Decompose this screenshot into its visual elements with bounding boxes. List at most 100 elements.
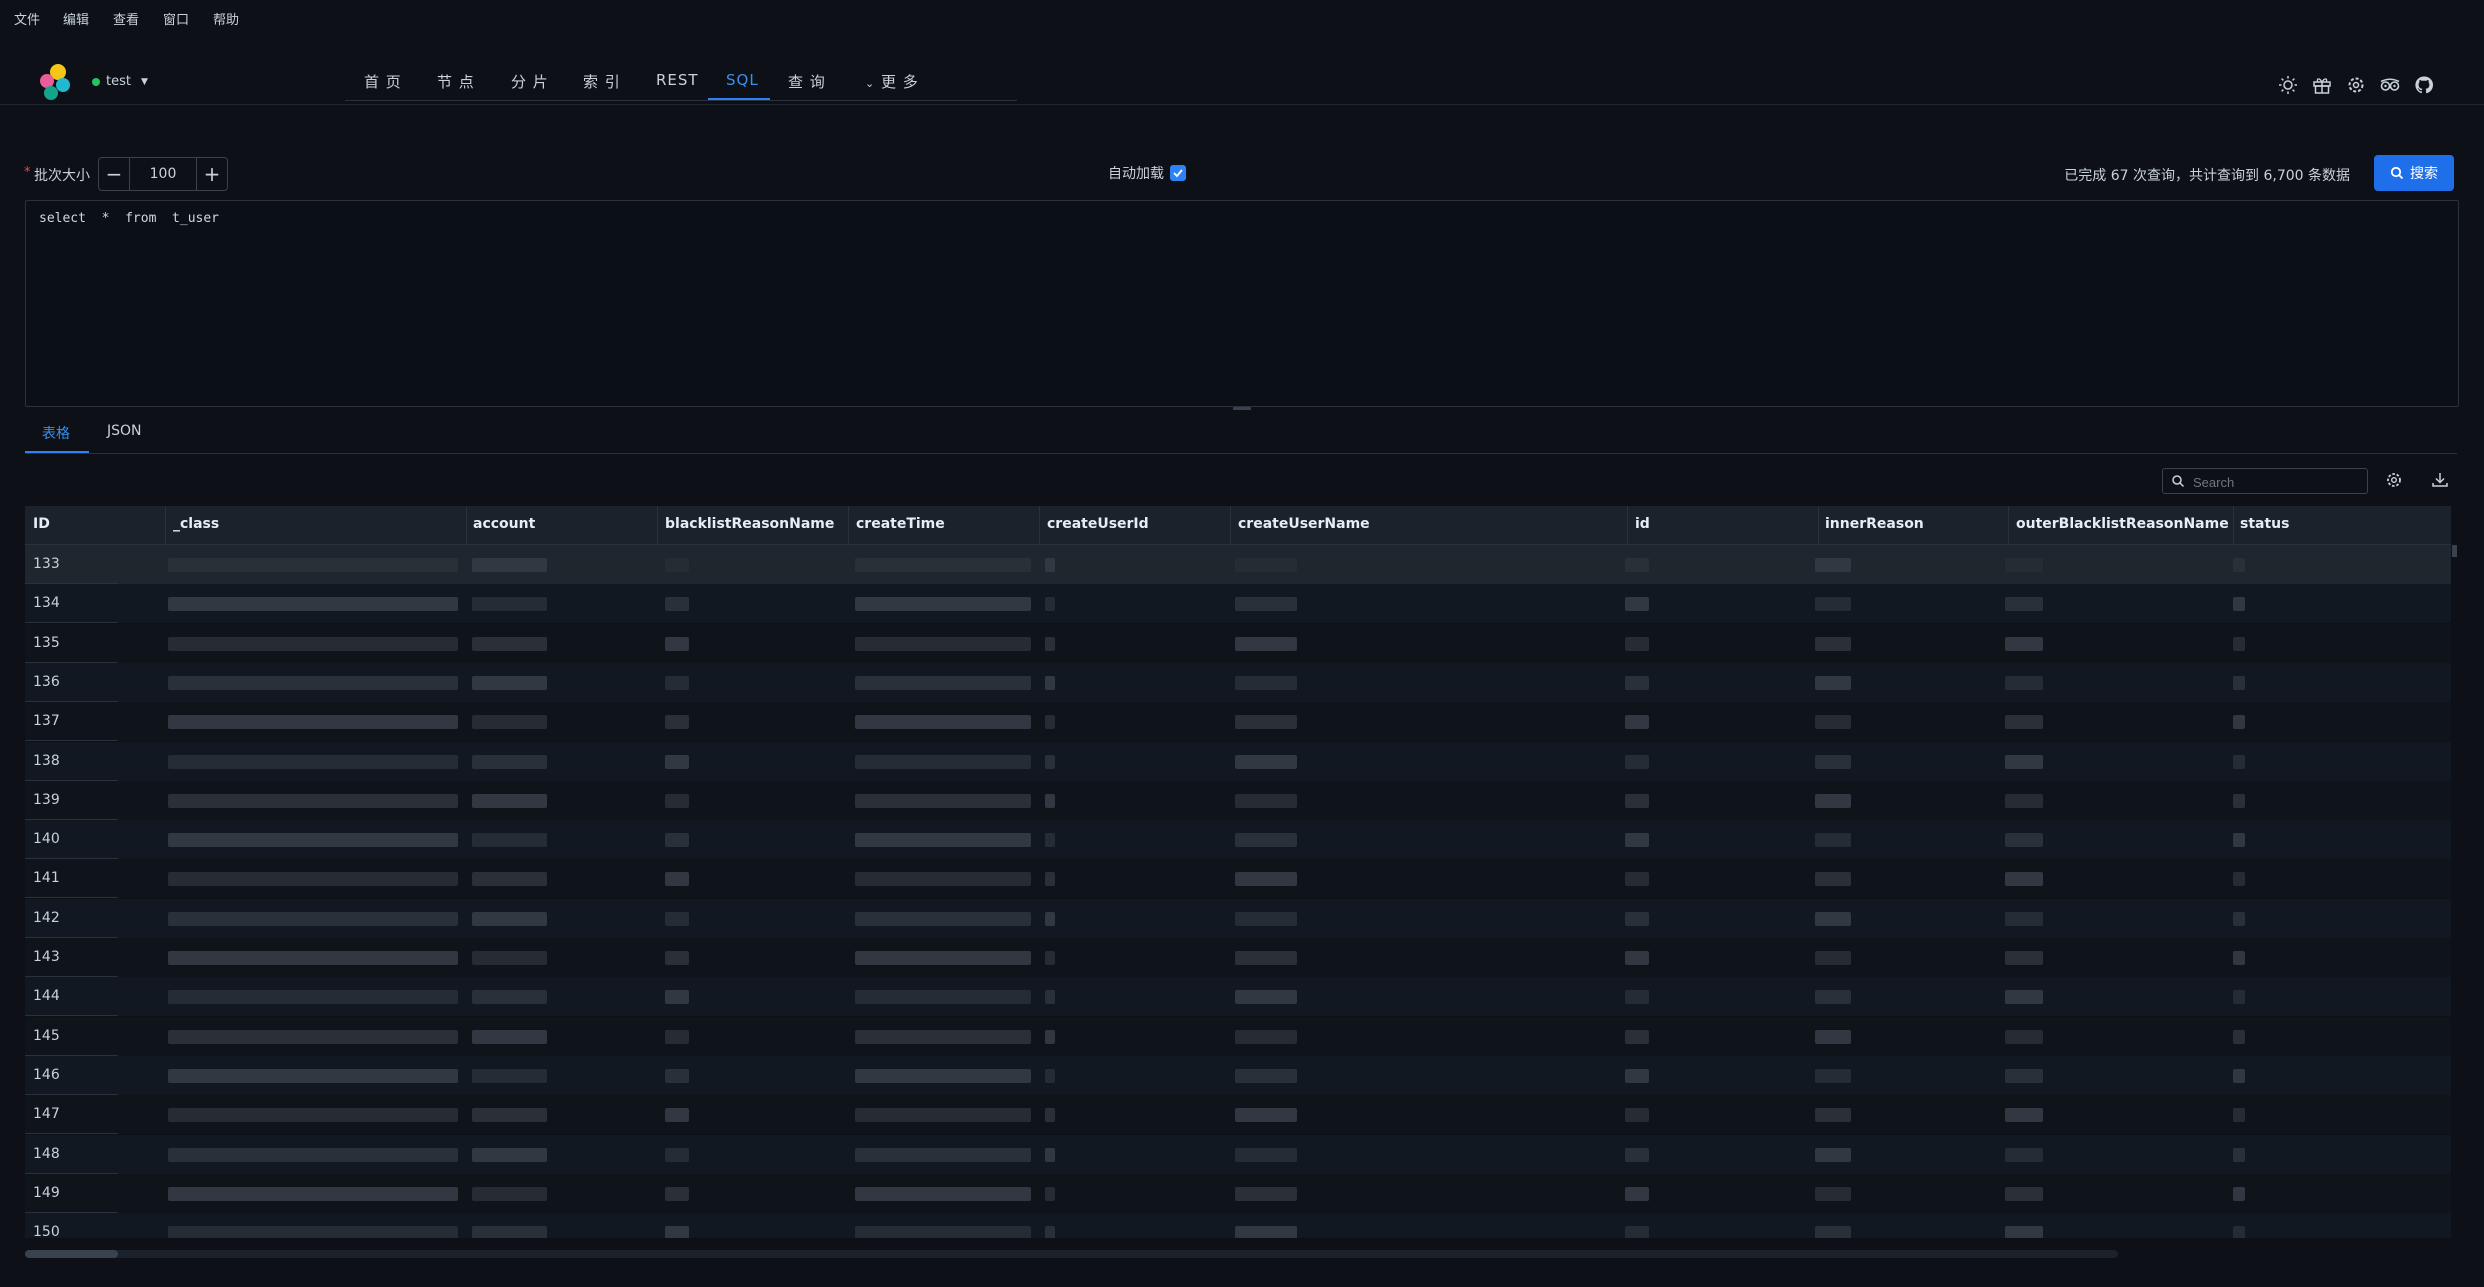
column-settings-icon[interactable] xyxy=(2384,470,2404,490)
redacted-cell xyxy=(1235,1068,1297,1083)
redacted-cell xyxy=(2005,675,2043,690)
redacted-cell xyxy=(2233,990,2245,1005)
redacted-cell xyxy=(2005,951,2043,965)
row-id-cell: 134 xyxy=(33,595,60,612)
tab-query[interactable]: 查 询 xyxy=(788,71,826,92)
resize-handle[interactable] xyxy=(1233,407,1251,410)
tab-more[interactable]: ⌄ 更 多 xyxy=(865,71,919,92)
redacted-cell xyxy=(1815,793,1851,808)
table-row[interactable]: 144 xyxy=(25,977,2451,1017)
column-header-create-time[interactable]: createTime xyxy=(856,516,945,532)
table-row[interactable]: 146 xyxy=(25,1055,2451,1095)
column-header-create-user-id[interactable]: createUserId xyxy=(1047,516,1149,532)
redacted-cell xyxy=(1045,558,1055,572)
redacted-cell xyxy=(1815,715,1851,730)
table-row[interactable]: 137 xyxy=(25,702,2451,742)
table-row[interactable]: 143 xyxy=(25,938,2451,977)
horizontal-scrollbar[interactable] xyxy=(25,1250,2118,1258)
column-header-id-field[interactable]: id xyxy=(1635,516,1650,532)
column-header-create-user-name[interactable]: createUserName xyxy=(1238,516,1370,532)
decrement-button[interactable]: − xyxy=(99,158,130,190)
menu-view[interactable]: 查看 xyxy=(113,9,139,28)
redacted-cell xyxy=(2233,675,2245,690)
column-header-blacklist-reason-name[interactable]: blacklistReasonName xyxy=(665,516,834,532)
row-id-cell: 150 xyxy=(33,1224,60,1238)
vertical-scrollbar[interactable] xyxy=(2452,545,2457,557)
table-header: ID _class account blacklistReasonName cr… xyxy=(25,506,2451,545)
tab-nodes[interactable]: 节 点 xyxy=(437,71,475,92)
redacted-cell xyxy=(1815,754,1851,769)
redacted-cell xyxy=(665,1226,689,1238)
redacted-cell xyxy=(2233,1226,2245,1238)
sql-editor[interactable]: select * from t_user xyxy=(25,200,2459,407)
table-row[interactable]: 133 xyxy=(25,545,2451,584)
batch-size-stepper: − 100 + xyxy=(98,157,228,191)
tab-indices[interactable]: 索 引 xyxy=(583,71,621,92)
redacted-cell xyxy=(1625,793,1649,808)
horizontal-scrollbar-thumb[interactable] xyxy=(25,1250,118,1258)
tab-sql[interactable]: SQL xyxy=(726,71,759,89)
row-id-cell: 140 xyxy=(33,831,60,848)
tab-home[interactable]: 首 页 xyxy=(364,71,402,92)
cluster-selector[interactable]: test ▼ xyxy=(92,74,148,89)
sun-icon[interactable] xyxy=(2277,74,2299,96)
menu-file[interactable]: 文件 xyxy=(14,9,40,28)
settings-icon[interactable] xyxy=(2345,74,2367,96)
github-icon[interactable] xyxy=(2413,74,2435,96)
menu-edit[interactable]: 编辑 xyxy=(63,9,89,28)
redacted-cell xyxy=(168,872,458,887)
column-header-status[interactable]: status xyxy=(2240,516,2289,532)
table-row[interactable]: 145 xyxy=(25,1016,2451,1056)
tab-rest[interactable]: REST xyxy=(656,71,699,89)
redacted-cell xyxy=(1625,1226,1649,1238)
tab-table[interactable]: 表格 xyxy=(42,423,70,443)
tab-json[interactable]: JSON xyxy=(107,423,142,439)
redacted-cell xyxy=(472,1147,547,1162)
redacted-cell xyxy=(1815,675,1851,690)
active-result-tab-indicator xyxy=(25,451,89,453)
redacted-cell xyxy=(168,1147,458,1162)
column-header-account[interactable]: account xyxy=(473,516,535,532)
search-button[interactable]: 搜索 xyxy=(2374,155,2454,191)
redacted-cell xyxy=(1045,1029,1055,1044)
redacted-cell xyxy=(1625,1068,1649,1083)
redacted-cell xyxy=(855,597,1031,612)
table-row[interactable]: 142 xyxy=(25,898,2451,938)
redacted-cell xyxy=(1625,715,1649,730)
table-row[interactable]: 149 xyxy=(25,1173,2451,1213)
redacted-cell xyxy=(855,636,1031,651)
column-header-class[interactable]: _class xyxy=(173,516,219,532)
download-icon[interactable] xyxy=(2430,470,2450,490)
column-header-outer-blacklist-reason-name[interactable]: outerBlacklistReasonName xyxy=(2016,516,2229,532)
table-row[interactable]: 150 xyxy=(25,1213,2451,1238)
redacted-cell xyxy=(1045,951,1055,965)
query-stats: 已完成 67 次查询，共计查询到 6,700 条数据 xyxy=(2064,168,2350,184)
redacted-cell xyxy=(665,558,689,572)
auto-load-checkbox[interactable] xyxy=(1170,165,1186,181)
table-row[interactable]: 147 xyxy=(25,1095,2451,1135)
menu-help[interactable]: 帮助 xyxy=(213,9,239,28)
table-row[interactable]: 148 xyxy=(25,1134,2451,1174)
table-row[interactable]: 135 xyxy=(25,623,2451,663)
row-id-cell: 146 xyxy=(33,1066,60,1083)
table-row[interactable]: 138 xyxy=(25,741,2451,781)
table-row[interactable]: 139 xyxy=(25,780,2451,820)
redacted-cell xyxy=(2005,715,2043,730)
batch-size-input[interactable]: 100 xyxy=(130,158,196,190)
table-row[interactable]: 134 xyxy=(25,584,2451,624)
table-row[interactable]: 141 xyxy=(25,859,2451,899)
column-header-inner-reason[interactable]: innerReason xyxy=(1825,516,1924,532)
redacted-cell xyxy=(665,872,689,887)
redacted-cell xyxy=(1625,1029,1649,1044)
redacted-cell xyxy=(2233,911,2245,926)
table-row[interactable]: 136 xyxy=(25,662,2451,702)
tripadvisor-icon[interactable] xyxy=(2379,74,2401,96)
column-header-id[interactable]: ID xyxy=(33,516,50,532)
table-search-input[interactable] xyxy=(2191,472,2365,492)
row-id-cell: 135 xyxy=(33,634,60,651)
table-row[interactable]: 140 xyxy=(25,820,2451,860)
gift-icon[interactable] xyxy=(2311,74,2333,96)
tab-shards[interactable]: 分 片 xyxy=(511,71,549,92)
increment-button[interactable]: + xyxy=(196,158,227,190)
menu-window[interactable]: 窗口 xyxy=(163,9,189,28)
